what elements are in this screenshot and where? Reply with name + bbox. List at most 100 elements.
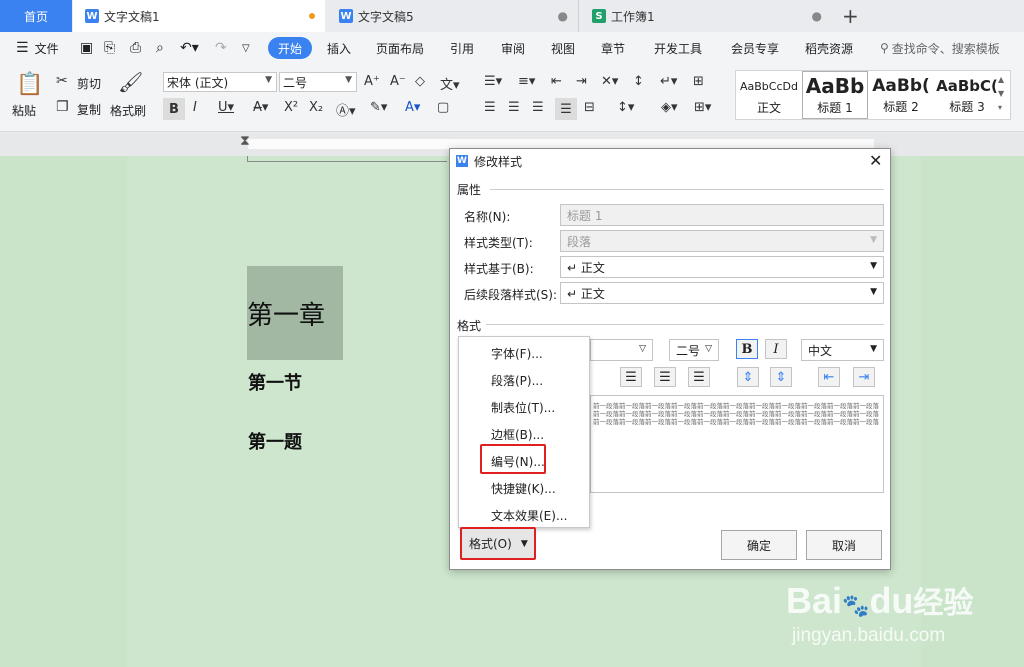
justify-icon[interactable]: ☰ (555, 98, 577, 120)
paste-icon[interactable]: 📋 (16, 70, 44, 98)
style-scroll-icon[interactable]: ▲ ▼ ▾ (998, 73, 1004, 115)
line-spacing-single-icon[interactable]: ⇕ (737, 367, 759, 387)
export-icon[interactable]: ⎘ (104, 32, 115, 64)
tab-reference[interactable]: 引用 (450, 32, 474, 64)
menu-item-font[interactable]: 字体(F)... (491, 345, 543, 362)
cut-button[interactable]: 剪切 (77, 75, 101, 92)
undo-icon[interactable]: ↶▾ (180, 32, 199, 64)
style-type-select[interactable]: 段落 ▼ (560, 230, 884, 252)
subscript-icon[interactable]: X₂ (309, 100, 323, 115)
redo-icon[interactable]: ↷ (215, 32, 227, 64)
font-family-select[interactable]: 宋体 (正文) ▼ (163, 72, 277, 92)
italic-icon[interactable]: I (193, 100, 197, 115)
outdent-icon[interactable]: ⇤ (551, 74, 562, 89)
style-heading1[interactable]: AaBb 标题 1 (802, 71, 868, 119)
font-size-select[interactable]: 二号 ▼ (279, 72, 357, 92)
style-heading3[interactable]: AaBbC( 标题 3 (934, 71, 1000, 119)
align-left-icon[interactable]: ☰ (620, 367, 642, 387)
cancel-button[interactable]: 取消 (806, 530, 882, 560)
shrink-font-icon[interactable]: A⁻ (390, 74, 406, 89)
file-menu[interactable]: ☰ 文件 (16, 32, 59, 64)
tab-section[interactable]: 章节 (601, 32, 625, 64)
close-icon[interactable]: ✕ (869, 151, 882, 170)
size-select[interactable]: 二号 ▽ (669, 339, 719, 361)
decrease-indent-icon[interactable]: ⇤ (818, 367, 840, 387)
borders-icon[interactable]: ⊞▾ (694, 100, 711, 115)
ok-button[interactable]: 确定 (721, 530, 797, 560)
format-button[interactable]: 格式(O) ▼ (460, 527, 536, 560)
chinese-layout-icon[interactable]: ✕▾ (601, 74, 618, 89)
menu-item-border[interactable]: 边框(B)... (491, 426, 544, 443)
tab-daoke[interactable]: 稻壳资源 (805, 32, 853, 64)
menu-item-paragraph[interactable]: 段落(P)... (491, 372, 543, 389)
indent-icon[interactable]: ⇥ (576, 74, 587, 89)
tab-insert[interactable]: 插入 (327, 32, 351, 64)
align-right-icon[interactable]: ☰ (532, 100, 544, 115)
highlight-icon[interactable]: ✎▾ (370, 100, 387, 115)
tab-doc2[interactable]: W 文字文稿5 ● (327, 0, 579, 32)
next-style-select[interactable]: ↵ 正文 ▼ (560, 282, 884, 304)
brush-icon[interactable]: 🖌 (118, 70, 143, 94)
tab-doc1[interactable]: W 文字文稿1 (73, 0, 325, 32)
more-icon[interactable]: ▽ (242, 32, 250, 64)
doc-chapter-heading[interactable]: 第一章 (247, 266, 343, 360)
tab-view[interactable]: 视图 (551, 32, 575, 64)
print-preview-icon[interactable]: ⌕ (156, 32, 164, 64)
scissors-icon[interactable]: ✂ (56, 73, 68, 89)
menu-item-shortcut[interactable]: 快捷键(K)... (491, 480, 556, 497)
tab-review[interactable]: 审阅 (501, 32, 525, 64)
indent-marker-icon[interactable]: ⧗ (240, 133, 250, 149)
tab-sheet[interactable]: S 工作簿1 ● (580, 0, 832, 32)
close-tab-icon[interactable]: ● (812, 9, 822, 23)
char-border-icon[interactable]: ▢ (437, 100, 449, 115)
style-normal[interactable]: AaBbCcDd 正文 (736, 71, 802, 119)
doc-question-heading[interactable]: 第一题 (248, 428, 302, 454)
based-on-select[interactable]: ↵ 正文 ▼ (560, 256, 884, 278)
print-icon[interactable]: ⎙ (130, 32, 141, 64)
copy-button[interactable]: 复制 (77, 101, 101, 118)
bold-icon[interactable]: B (163, 98, 185, 120)
phonetic-icon[interactable]: 文▾ (440, 74, 460, 93)
align-center-icon[interactable]: ☰ (508, 100, 520, 115)
shading-icon[interactable]: ◈▾ (661, 100, 678, 115)
doc-section-heading[interactable]: 第一节 (248, 369, 302, 395)
close-tab-icon[interactable]: ● (558, 9, 568, 23)
style-heading2[interactable]: AaBb( 标题 2 (868, 71, 934, 119)
tab-dev-tools[interactable]: 开发工具 (654, 32, 702, 64)
grow-font-icon[interactable]: A⁺ (364, 74, 380, 89)
show-marks-icon[interactable]: ↵▾ (660, 74, 677, 89)
increase-indent-icon[interactable]: ⇥ (853, 367, 875, 387)
align-left-icon[interactable]: ☰ (484, 100, 496, 115)
new-tab-button[interactable]: + (842, 4, 859, 28)
italic-toggle[interactable]: I (765, 339, 787, 359)
bullet-list-icon[interactable]: ☰▾ (484, 74, 502, 89)
distribute-icon[interactable]: ⊟ (584, 100, 595, 115)
clear-format-icon[interactable]: ◇ (415, 74, 425, 89)
save-icon[interactable]: ▣ (80, 32, 93, 64)
font-select[interactable]: ▽ (590, 339, 653, 361)
paste-button[interactable]: 粘贴 (12, 102, 36, 119)
line-spacing-icon[interactable]: ↕▾ (617, 100, 634, 115)
tab-start[interactable]: 开始 (268, 37, 313, 59)
font-color-icon[interactable]: A▾ (405, 100, 420, 115)
tab-page-layout[interactable]: 页面布局 (376, 32, 424, 64)
underline-icon[interactable]: U▾ (218, 100, 234, 115)
line-spacing-double-icon[interactable]: ⇕ (770, 367, 792, 387)
tab-ruler-icon[interactable]: ⊞ (693, 74, 704, 89)
superscript-icon[interactable]: X² (284, 100, 298, 115)
menu-item-tab-stops[interactable]: 制表位(T)... (491, 399, 555, 416)
align-center-icon[interactable]: ☰ (654, 367, 676, 387)
name-input[interactable]: 标题 1 (560, 204, 884, 226)
language-select[interactable]: 中文 ▼ (801, 339, 884, 361)
sort-icon[interactable]: ↕ (633, 74, 644, 89)
align-right-icon[interactable]: ☰ (688, 367, 710, 387)
strikethrough-icon[interactable]: A̶▾ (253, 100, 268, 115)
tab-home[interactable]: 首页 (0, 0, 72, 32)
format-painter-button[interactable]: 格式刷 (110, 102, 146, 119)
command-search[interactable]: ⚲ 查找命令、搜索模板 (880, 32, 1000, 64)
tab-vip[interactable]: 会员专享 (731, 32, 779, 64)
number-list-icon[interactable]: ≡▾ (518, 74, 535, 89)
bold-toggle[interactable]: B (736, 339, 758, 359)
menu-item-text-effects[interactable]: 文本效果(E)... (491, 507, 567, 524)
text-effect-icon[interactable]: Ⓐ▾ (336, 100, 356, 119)
